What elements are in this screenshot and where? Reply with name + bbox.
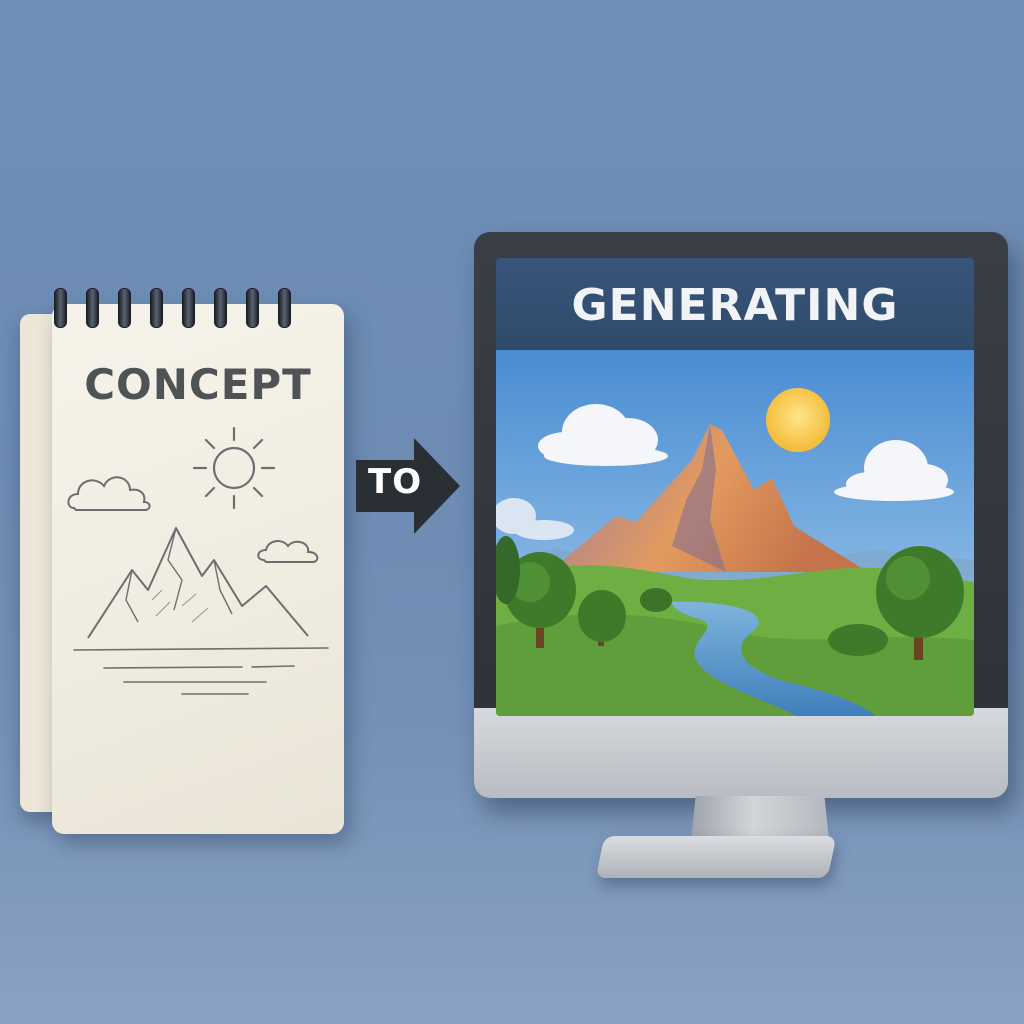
spiral-ring	[278, 288, 291, 328]
spiral-ring	[54, 288, 67, 328]
monitor: GENERATING	[474, 232, 1008, 798]
cloud-icon	[257, 540, 319, 563]
cloud-icon	[67, 476, 151, 511]
monitor-screen: GENERATING	[496, 258, 974, 716]
spiral-ring	[150, 288, 163, 328]
concept-notepad: CONCEPT	[18, 288, 348, 840]
screen-header: GENERATING	[496, 258, 974, 350]
arrow-label: TO	[368, 462, 423, 502]
sun-icon	[192, 426, 276, 510]
illustration: CONCEPT TO GENERATING	[0, 0, 1024, 1024]
ground-lines	[73, 647, 329, 695]
monitor-chin	[474, 708, 1008, 798]
generated-landscape	[496, 350, 974, 716]
spiral-ring	[182, 288, 195, 328]
monitor-stand-base	[595, 836, 837, 878]
pencil-sketch	[67, 426, 329, 695]
generating-label: GENERATING	[571, 280, 899, 331]
spiral-ring	[246, 288, 259, 328]
sun-icon	[766, 388, 830, 452]
spiral-ring	[214, 288, 227, 328]
spiral-ring	[118, 288, 131, 328]
notepad-title: CONCEPT	[84, 360, 312, 409]
spiral-ring	[86, 288, 99, 328]
mountain-icon	[87, 527, 309, 639]
